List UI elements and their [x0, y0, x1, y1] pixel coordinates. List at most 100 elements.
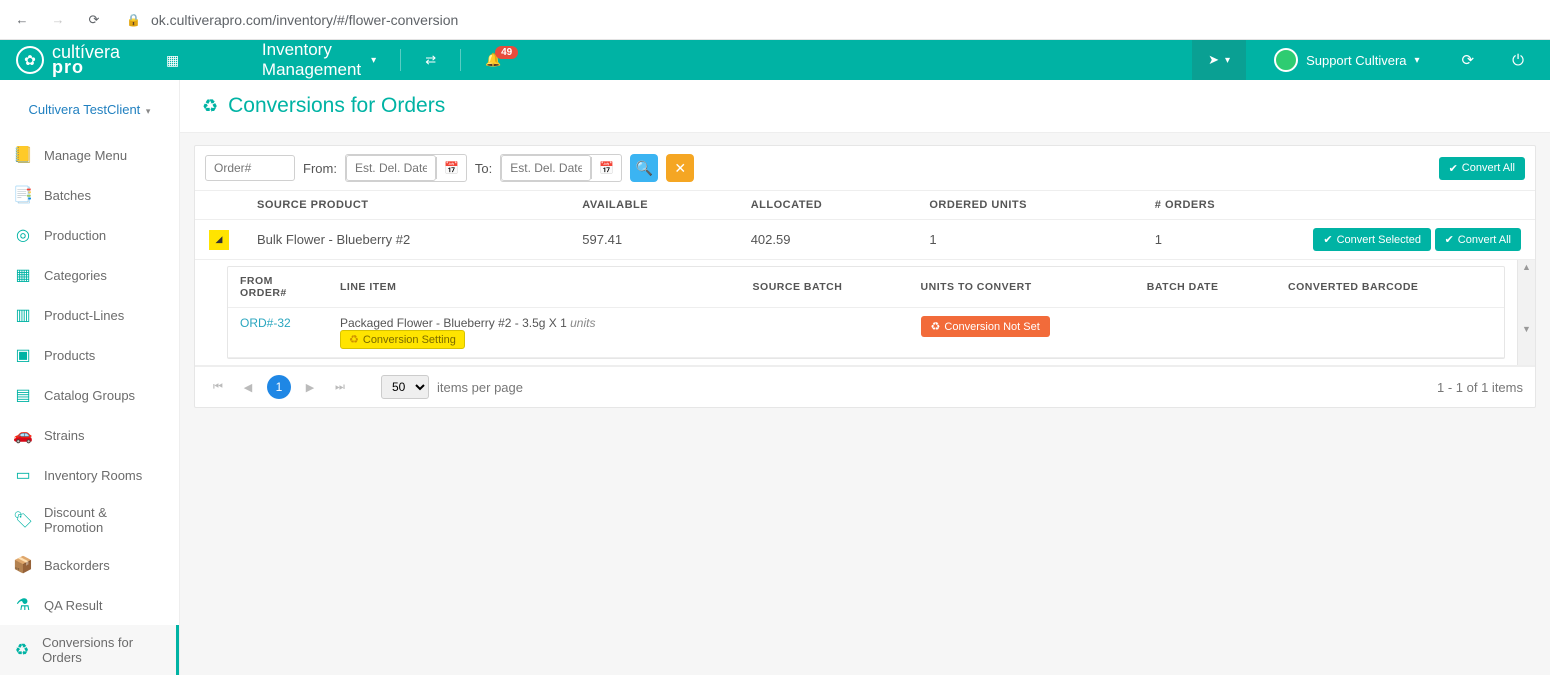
location-button[interactable]: ➤ ▾: [1192, 40, 1246, 80]
col-source-product[interactable]: SOURCE PRODUCT: [243, 191, 568, 220]
client-picker[interactable]: Cultivera TestClient ▾: [0, 90, 179, 135]
brand-logo[interactable]: ✿ cultívera pro: [16, 45, 120, 76]
brand-line2: pro: [52, 60, 120, 75]
subcol-units-to-convert[interactable]: UNITS TO CONVERT: [909, 267, 1135, 308]
location-arrow-icon: ➤: [1208, 52, 1219, 68]
calendar-icon[interactable]: 📅: [591, 157, 621, 179]
caret-down-icon: ▾: [1225, 55, 1230, 66]
order-number-input[interactable]: [205, 155, 295, 181]
caret-down-icon: ▾: [371, 55, 376, 66]
sidebar-item-catalog-groups[interactable]: ▤Catalog Groups: [0, 375, 179, 415]
convert-selected-button[interactable]: ✔ Convert Selected: [1313, 228, 1431, 251]
sidebar-item-label: Production: [44, 228, 106, 243]
sidebar-item-product-lines[interactable]: ▥Product-Lines: [0, 295, 179, 335]
sidebar-item-production[interactable]: ◎ Production: [0, 215, 179, 255]
sidebar-item-label: QA Result: [44, 598, 103, 613]
col-available[interactable]: AVAILABLE: [568, 191, 736, 220]
module-label: Inventory Management: [262, 40, 361, 80]
sidebar-item-backorders[interactable]: 📦Backorders: [0, 545, 179, 585]
discount-icon: 🏷: [14, 510, 32, 530]
subcol-converted-barcode[interactable]: CONVERTED BARCODE: [1276, 267, 1504, 308]
caret-down-icon: ▾: [1415, 55, 1420, 66]
manage-menu-icon: 📒: [14, 145, 32, 165]
recycle-icon: ♻: [931, 320, 941, 333]
address-bar[interactable]: 🔒 ok.cultiverapro.com/inventory/#/flower…: [126, 12, 458, 28]
cell-ordered-units: 1: [915, 220, 1140, 260]
sidebar-item-qa-result[interactable]: ⚗QA Result: [0, 585, 179, 625]
sidebar-item-strains[interactable]: 🚗 Strains: [0, 415, 179, 455]
order-link[interactable]: ORD#-32: [240, 316, 291, 330]
col-orders-count[interactable]: # ORDERS: [1141, 191, 1300, 220]
subcol-from-order[interactable]: FROM ORDER#: [228, 267, 328, 308]
cell-source-product: Bulk Flower - Blueberry #2: [243, 220, 568, 260]
recycle-icon: ♻: [14, 640, 30, 660]
search-icon: 🔍: [635, 160, 652, 177]
recycle-icon: ♻: [349, 333, 359, 346]
refresh-button[interactable]: ⟳: [1452, 51, 1485, 69]
close-icon: ✕: [674, 160, 686, 177]
sidebar-item-label: Inventory Rooms: [44, 468, 142, 483]
conversion-not-set-button[interactable]: ♻ Conversion Not Set: [921, 316, 1050, 337]
sidebar-item-label: Discount & Promotion: [44, 505, 165, 535]
pager-last-button[interactable]: ⏭: [329, 376, 351, 398]
sidebar-item-label: Product-Lines: [44, 308, 124, 323]
sidebar-item-label: Conversions for Orders: [42, 635, 162, 665]
sidebar-item-products[interactable]: ▣Products: [0, 335, 179, 375]
col-allocated[interactable]: ALLOCATED: [737, 191, 916, 220]
forward-button[interactable]: →: [48, 10, 68, 30]
from-date-input[interactable]: [346, 155, 436, 181]
calendar-icon[interactable]: 📅: [436, 157, 466, 179]
search-button[interactable]: 🔍: [630, 154, 658, 182]
module-switcher[interactable]: ▦ Inventory Management ▾: [166, 40, 376, 80]
strains-icon: 🚗: [14, 425, 32, 445]
notifications-badge: 49: [495, 46, 518, 59]
sidebar-item-discount-promotion[interactable]: 🏷 Discount & Promotion: [0, 495, 179, 545]
scroll-down-icon[interactable]: ▼: [1518, 322, 1535, 336]
page-title: Conversions for Orders: [228, 94, 445, 118]
subcol-batch-date[interactable]: BATCH DATE: [1135, 267, 1276, 308]
subgrid-scrollbar[interactable]: ▲ ▼: [1517, 260, 1535, 365]
pager-first-button[interactable]: ⏮: [207, 376, 229, 398]
sidebar-item-conversions-for-orders[interactable]: ♻ Conversions for Orders: [0, 625, 179, 675]
production-icon: ◎: [14, 225, 32, 245]
back-button[interactable]: ←: [12, 10, 32, 30]
subcol-line-item[interactable]: LINE ITEM: [328, 267, 741, 308]
inventory-rooms-icon: ▭: [14, 465, 32, 485]
per-page-label: items per page: [437, 380, 523, 395]
sidebar-item-label: Strains: [44, 428, 84, 443]
pager-page-1[interactable]: 1: [267, 375, 291, 399]
sidebar-item-manage-menu[interactable]: 📒Manage Menu: [0, 135, 179, 175]
brand-emblem-icon: ✿: [16, 46, 44, 74]
url-text: ok.cultiverapro.com/inventory/#/flower-c…: [151, 12, 458, 28]
sidebar-item-label: Categories: [44, 268, 107, 283]
sidebar-item-inventory-rooms[interactable]: ▭ Inventory Rooms: [0, 455, 179, 495]
to-date-input[interactable]: [501, 155, 591, 181]
col-ordered-units[interactable]: ORDERED UNITS: [915, 191, 1140, 220]
user-menu[interactable]: Support Cultivera ▾: [1260, 48, 1433, 72]
catalog-groups-icon: ▤: [14, 385, 32, 405]
convert-all-top-button[interactable]: ✔ Convert All: [1439, 157, 1525, 180]
clear-filters-button[interactable]: ✕: [666, 154, 694, 182]
transfer-icon[interactable]: ⇄: [425, 52, 436, 68]
pager-next-button[interactable]: ▶: [299, 376, 321, 398]
power-button[interactable]: ⏻: [1502, 52, 1534, 69]
pager-prev-button[interactable]: ◀: [237, 376, 259, 398]
notifications-button[interactable]: 🔔 49: [485, 52, 501, 68]
convert-all-row-button[interactable]: ✔ Convert All: [1435, 228, 1521, 251]
products-icon: ▣: [14, 345, 32, 365]
order-lines-subgrid: FROM ORDER# LINE ITEM SOURCE BATCH UNITS…: [227, 266, 1505, 359]
page-size-select[interactable]: 50: [381, 375, 429, 399]
from-label: From:: [303, 161, 337, 176]
sidebar-item-categories[interactable]: ▦Categories: [0, 255, 179, 295]
divider: [460, 49, 461, 71]
backorders-icon: 📦: [14, 555, 32, 575]
conversions-panel: From: 📅 To: 📅 🔍 ✕ ✔ Convert All: [194, 145, 1536, 408]
caret-down-icon: ▾: [146, 106, 151, 116]
conversion-setting-button[interactable]: ♻ Conversion Setting: [340, 330, 465, 349]
scroll-up-icon[interactable]: ▲: [1518, 260, 1535, 274]
avatar: [1274, 48, 1298, 72]
reload-button[interactable]: ⟳: [84, 10, 104, 30]
row-expand-toggle[interactable]: ◢: [209, 230, 229, 250]
sidebar-item-batches[interactable]: 📑Batches: [0, 175, 179, 215]
subcol-source-batch[interactable]: SOURCE BATCH: [741, 267, 909, 308]
